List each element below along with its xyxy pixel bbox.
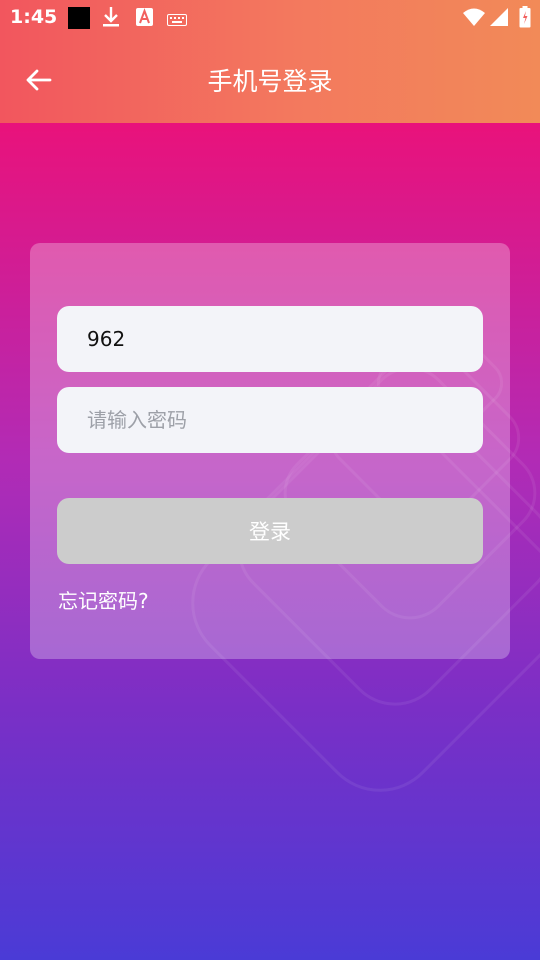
black-square-icon [68, 7, 90, 29]
wifi-icon [463, 7, 485, 31]
font-a-icon [136, 8, 153, 30]
battery-icon [519, 6, 531, 32]
password-input[interactable] [57, 387, 483, 453]
login-button[interactable]: 登录 [57, 498, 483, 564]
cellular-icon [489, 7, 509, 31]
forgot-password-link[interactable]: 忘记密码? [58, 586, 149, 616]
phone-input[interactable] [57, 306, 483, 372]
status-bar: 1:45 [0, 0, 540, 36]
download-icon [101, 5, 121, 33]
app-header: 1:45 手机号登录 [0, 0, 540, 123]
page-title: 手机号登录 [207, 67, 333, 96]
keyboard-icon [167, 11, 187, 30]
status-time: 1:45 [10, 6, 58, 28]
